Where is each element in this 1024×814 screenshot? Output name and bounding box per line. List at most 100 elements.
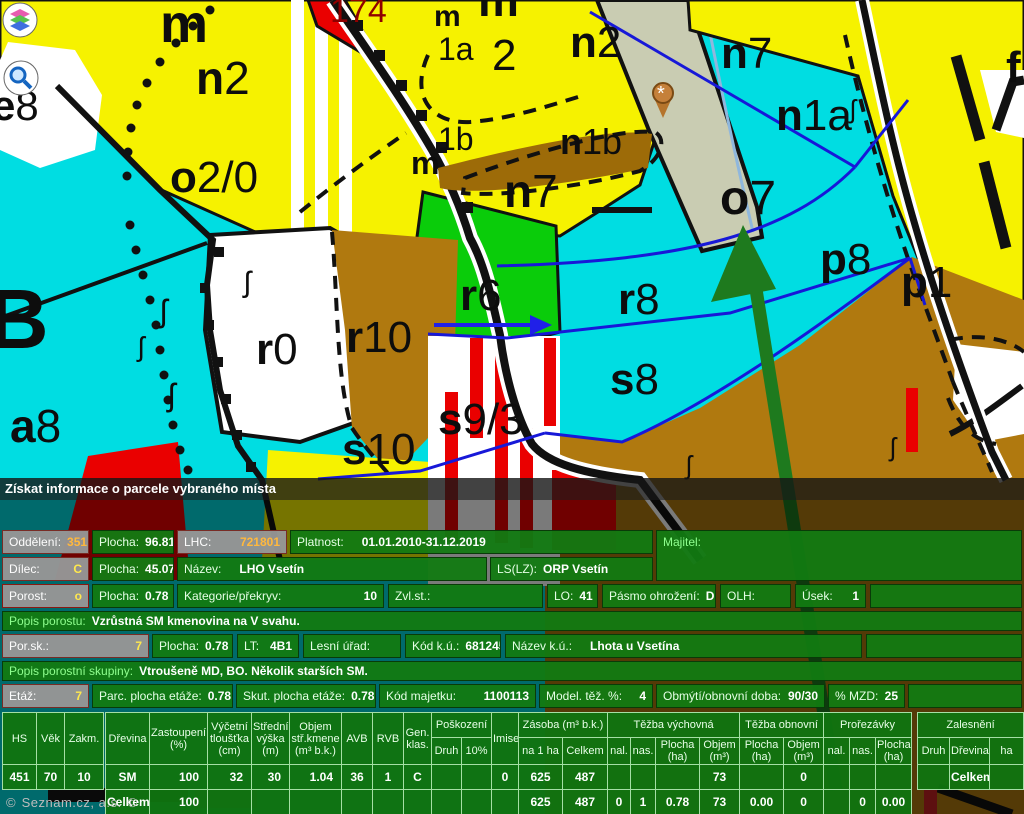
value-cell: 36 bbox=[342, 765, 373, 790]
header-cell: Střední výška (m) bbox=[252, 713, 290, 765]
field-label: LHC: bbox=[184, 535, 211, 549]
app-window: mn2o2/0174m1am2n21bmn1bn7n7n1ao7p8p1fe8B… bbox=[0, 0, 1024, 814]
table-row-total: Celkem: 100 625 487 0 1 0.78 73 0.00 0 0… bbox=[106, 790, 912, 814]
field-kod-ku: Kód k.ú.: 681245 bbox=[405, 634, 501, 658]
field-label: Kód k.ú.: bbox=[412, 639, 459, 653]
field-label: Kategorie/překryv: bbox=[184, 589, 281, 603]
field-value: 0.78 bbox=[208, 689, 231, 703]
map-parcel-label: 2 bbox=[492, 31, 516, 80]
field-label: Por.sk.: bbox=[9, 639, 49, 653]
field-value: 681245 bbox=[465, 639, 501, 653]
table-row: SM 100 32 30 1.04 36 1 C 0 625 487 73 0 bbox=[106, 765, 912, 790]
value-cell bbox=[462, 790, 492, 814]
field-lesni-urad: Lesní úřad: bbox=[303, 634, 401, 658]
field-mzd: % MZD: 25 bbox=[828, 684, 905, 708]
map-parcel-label: n2 bbox=[196, 52, 250, 104]
header-group: Prořezávky bbox=[824, 713, 912, 738]
field-value: 0.78 bbox=[145, 589, 168, 603]
field-value: 1 bbox=[852, 589, 859, 603]
header-cell: Věk bbox=[37, 713, 65, 765]
field-porost: Porost: o bbox=[2, 584, 89, 608]
field-value: Vzrůstná SM kmenovina na V svahu. bbox=[92, 614, 300, 628]
map-parcel-label: m bbox=[434, 0, 461, 33]
layers-button[interactable] bbox=[2, 2, 38, 38]
field-label: LT: bbox=[244, 639, 259, 653]
value-cell: 0.00 bbox=[740, 790, 784, 814]
field-label: Pásmo ohrožení: bbox=[609, 589, 700, 603]
field-majitel: Majitel: bbox=[656, 530, 1022, 581]
field-dilec: Dílec: C bbox=[2, 557, 89, 581]
field-value: 90/30 bbox=[788, 689, 818, 703]
field-label: Skut. plocha etáže: bbox=[243, 689, 345, 703]
field-label: Porost: bbox=[9, 589, 47, 603]
value-cell bbox=[631, 765, 656, 790]
header-cell: RVB bbox=[373, 713, 404, 765]
field-label: Majitel: bbox=[663, 535, 701, 549]
field-value: 351 bbox=[67, 535, 87, 549]
value-cell: 73 bbox=[700, 765, 740, 790]
field-label: Kód majetku: bbox=[386, 689, 456, 703]
field-label: Úsek: bbox=[802, 589, 833, 603]
map-parcel-label: s9/3 bbox=[438, 395, 524, 444]
map-parcel-label: o2/0 bbox=[170, 153, 258, 202]
header-cell: nas. bbox=[631, 738, 656, 765]
field-value: 45.07 bbox=[145, 562, 174, 576]
field-value: 4 bbox=[639, 689, 646, 703]
map-parcel-label: 1a bbox=[438, 31, 474, 67]
map-parcel-label: n1a bbox=[776, 91, 852, 140]
table-row: Celkem: bbox=[918, 765, 1024, 790]
field-label: LO: bbox=[554, 589, 573, 603]
value-cell bbox=[918, 765, 950, 790]
header-cell: HS bbox=[3, 713, 37, 765]
value-cell: 1.04 bbox=[290, 765, 342, 790]
value-cell: 0 bbox=[784, 765, 824, 790]
header-cell: Objem stř.kmene (m³ b.k.) bbox=[290, 713, 342, 765]
value-cell bbox=[492, 790, 519, 814]
value-cell bbox=[740, 765, 784, 790]
value-cell: 451 bbox=[3, 765, 37, 790]
value-cell: 100 bbox=[150, 790, 208, 814]
field-label: Parc. plocha etáže: bbox=[99, 689, 202, 703]
map-parcel-label: n1b bbox=[560, 121, 622, 162]
map-parcel-label: n2 bbox=[570, 18, 621, 67]
copyright-icon: © bbox=[128, 795, 138, 810]
field-value: 41 bbox=[579, 589, 592, 603]
header-cell: Druh bbox=[432, 738, 462, 765]
field-label: Zvl.st.: bbox=[395, 589, 430, 603]
value-cell bbox=[432, 790, 462, 814]
value-cell bbox=[462, 765, 492, 790]
value-cell: 70 bbox=[37, 765, 65, 790]
field-lhc: LHC: 721801 bbox=[177, 530, 287, 554]
field-parc-plocha: Parc. plocha etáže: 0.78 bbox=[92, 684, 233, 708]
field-value: 25 bbox=[885, 689, 898, 703]
value-cell: 0 bbox=[608, 790, 631, 814]
map-parcel-label: m bbox=[411, 145, 439, 181]
header-cell: Plocha (ha) bbox=[656, 738, 700, 765]
header-cell: Zastoupení (%) bbox=[150, 713, 208, 765]
field-olh: OLH: bbox=[720, 584, 791, 608]
field-value: D bbox=[706, 589, 715, 603]
map-parcel-label: m bbox=[160, 0, 208, 54]
header-cell: Celkem bbox=[563, 738, 608, 765]
value-cell bbox=[824, 790, 850, 814]
stand-table-left: HS Věk Zakm. 451 70 10 bbox=[2, 712, 104, 790]
header-group: Těžba obnovní bbox=[740, 713, 824, 738]
field-kategorie: Kategorie/překryv: 10 bbox=[177, 584, 384, 608]
field-value: LHO Vsetín bbox=[239, 562, 304, 576]
value-cell: 487 bbox=[563, 790, 608, 814]
map-parcel-label: p1 bbox=[901, 258, 952, 307]
search-button[interactable] bbox=[3, 60, 39, 96]
copyright-icon: © bbox=[6, 795, 16, 810]
field-pasmo: Pásmo ohrožení: D bbox=[602, 584, 716, 608]
value-cell bbox=[290, 790, 342, 814]
header-cell: Zakm. bbox=[65, 713, 104, 765]
stand-table-zalesneni: Zalesnění Druh Dřevina ha Celkem: bbox=[917, 712, 1024, 790]
field-label: Etáž: bbox=[9, 689, 36, 703]
map-parcel-label: 174 bbox=[330, 0, 387, 30]
field-label: Popis porostní skupiny: bbox=[9, 664, 133, 678]
header-cell: Výčetní tloušťka (cm) bbox=[208, 713, 252, 765]
field-popis-porostu: Popis porostu: Vzrůstná SM kmenovina na … bbox=[2, 611, 1022, 631]
map-parcel-label: s10 bbox=[342, 425, 415, 474]
header-cell: Imise bbox=[492, 713, 519, 765]
value-cell: 32 bbox=[208, 765, 252, 790]
